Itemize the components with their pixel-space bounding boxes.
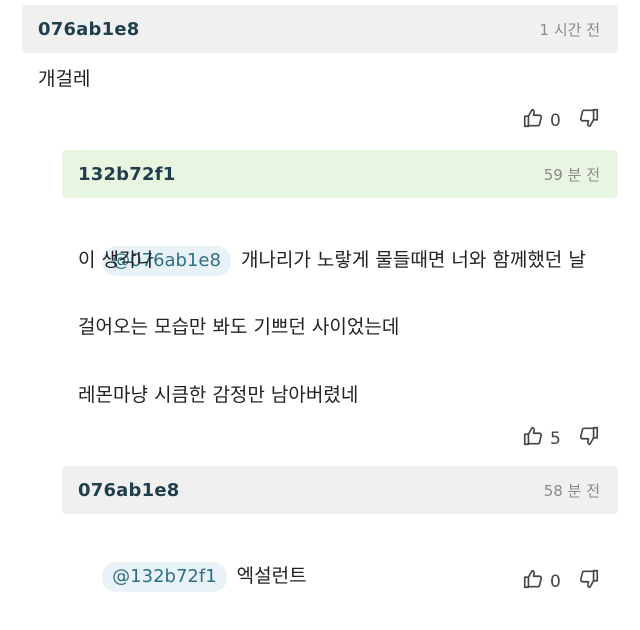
comment-time: 1 시간 전: [539, 20, 600, 39]
comment-time: 58 분 전: [543, 481, 600, 500]
comment-author[interactable]: 076ab1e8: [78, 480, 179, 501]
thumbs-down-icon[interactable]: [578, 425, 600, 452]
like-count: 0: [550, 571, 561, 592]
thumbs-down-icon[interactable]: [578, 107, 600, 134]
reply-comment: 076ab1e8 58 분 전 @132b72f1 엑설런트 0: [62, 466, 618, 592]
comment-text: 엑설런트: [236, 565, 307, 587]
vote-bar: 0: [522, 568, 600, 595]
comment: 076ab1e8 1 시간 전 개걸레 0: [22, 5, 618, 145]
thumbs-up-icon[interactable]: [522, 425, 544, 452]
like-count: 0: [550, 110, 561, 131]
comment-author[interactable]: 132b72f1: [78, 164, 175, 185]
comment-text: 이 생각나: [78, 249, 154, 271]
comment-text: 레몬마냥 시큼한 감정만 남아버렸네: [78, 384, 359, 406]
comment-header: 076ab1e8 1 시간 전: [22, 5, 618, 53]
comment-time: 59 분 전: [543, 165, 600, 184]
reply-comment: 132b72f1 59 분 전 @076ab1e8 개나리가 노랗게 물들때면 너…: [62, 150, 618, 460]
mention-tag[interactable]: @132b72f1: [102, 562, 227, 592]
comment-header: 076ab1e8 58 분 전: [62, 466, 618, 514]
comment-text-first-line: @076ab1e8 개나리가 노랗게 물들때면 너와 함께했던 날: [78, 206, 586, 314]
comment-text: 개나리가 노랗게 물들때면 너와 함께했던 날: [240, 249, 586, 271]
like-count: 5: [550, 428, 561, 449]
thumbs-down-icon[interactable]: [578, 568, 600, 595]
thumbs-up-icon[interactable]: [522, 568, 544, 595]
comment-text: 걸어오는 모습만 봐도 기쁘던 사이었는데: [78, 316, 400, 338]
vote-bar: 0: [522, 107, 600, 134]
comment-author[interactable]: 076ab1e8: [38, 19, 139, 40]
comment-text: 개걸레: [38, 68, 91, 90]
vote-bar: 5: [522, 425, 600, 452]
comment-text-first-line: @132b72f1 엑설런트: [78, 522, 307, 630]
thumbs-up-icon[interactable]: [522, 107, 544, 134]
comment-header: 132b72f1 59 분 전: [62, 150, 618, 198]
